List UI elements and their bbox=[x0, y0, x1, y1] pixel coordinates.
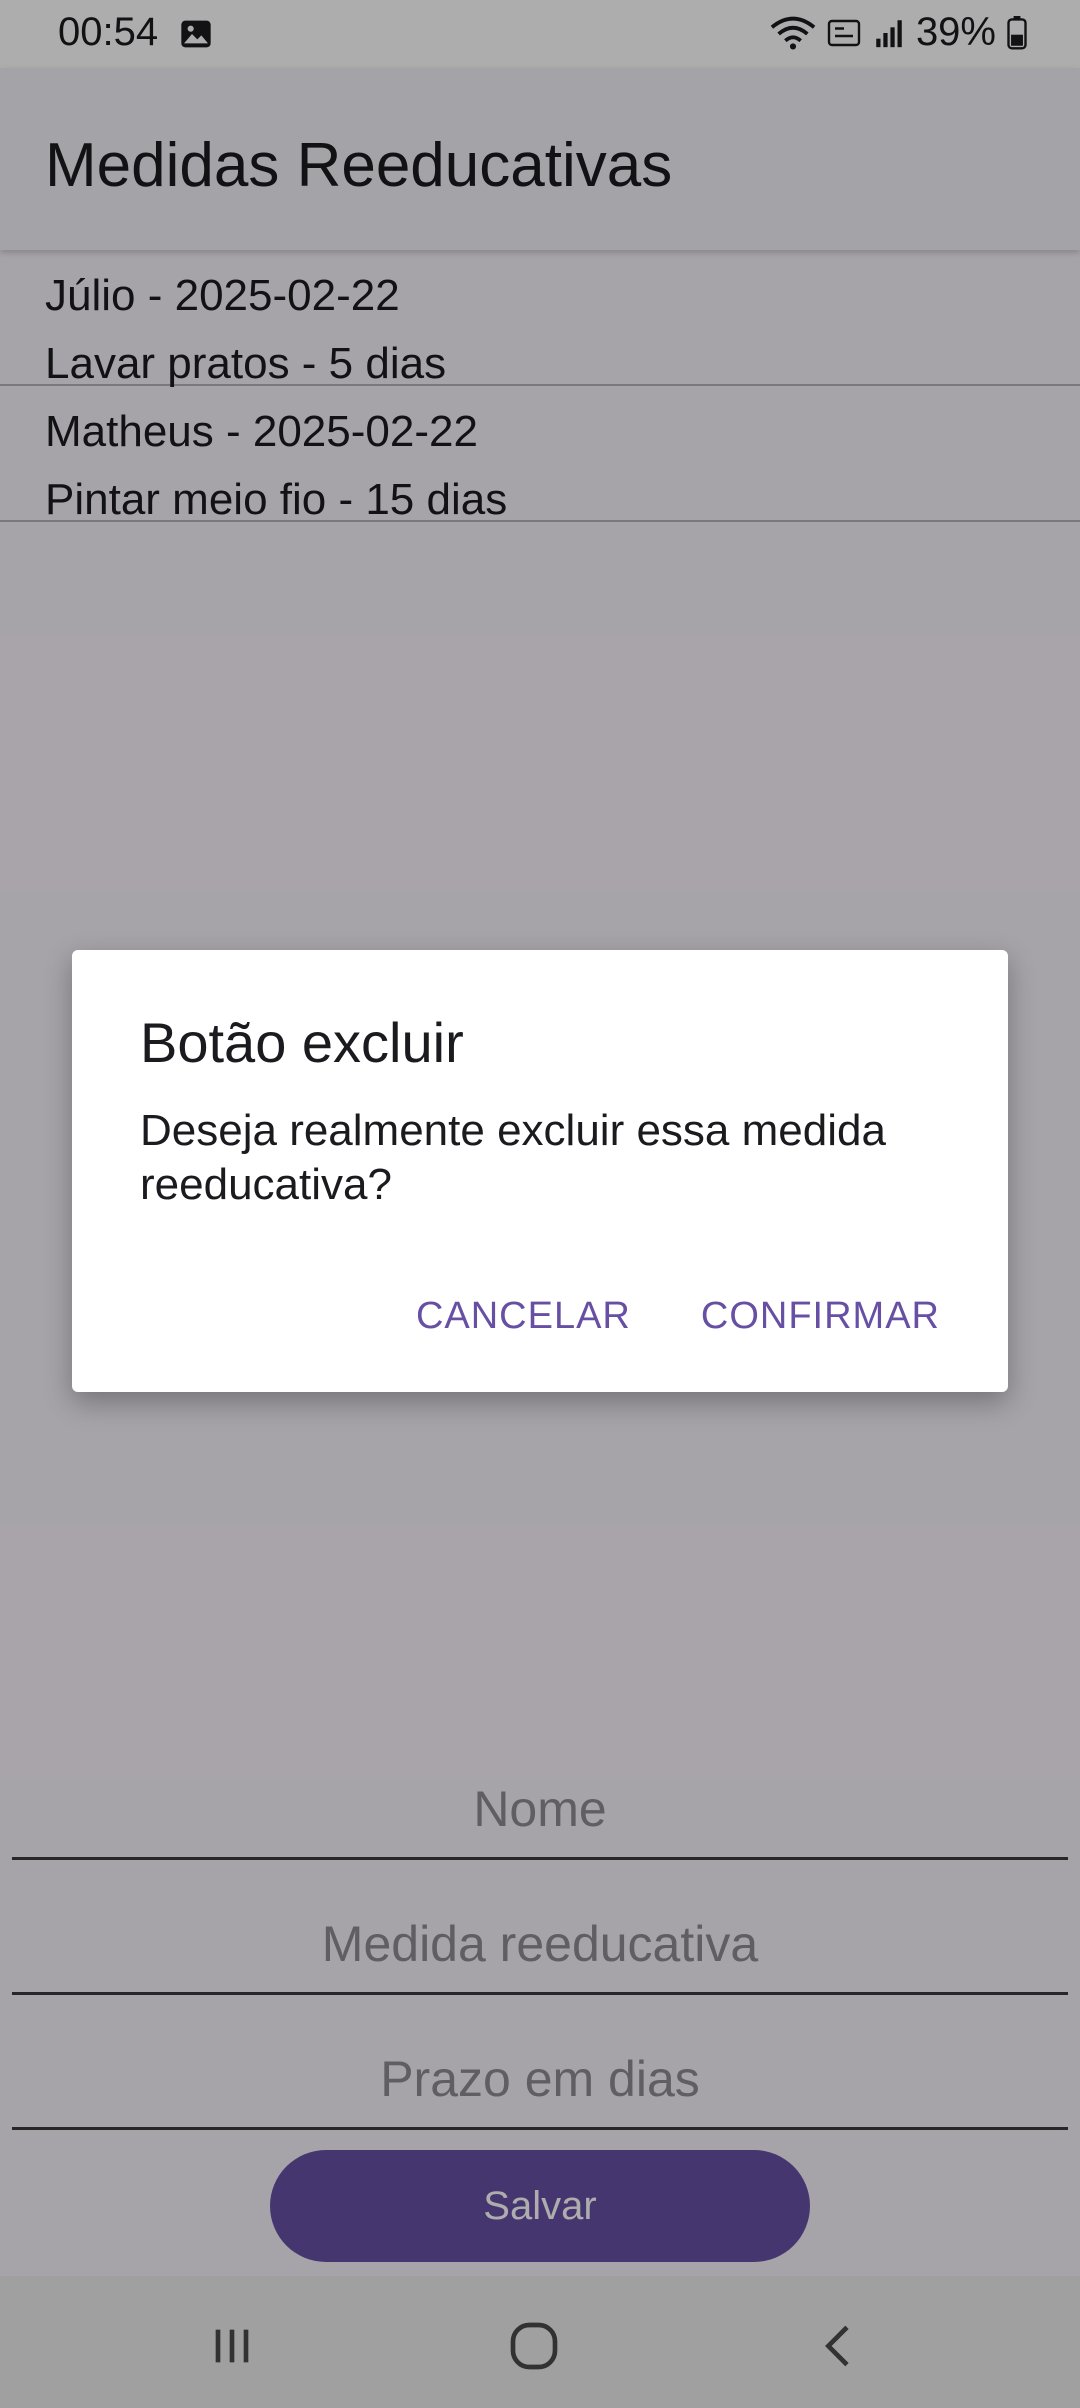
delete-dialog: Botão excluir Deseja realmente excluir e… bbox=[72, 950, 1008, 1392]
dialog-message: Deseja realmente excluir essa medida ree… bbox=[140, 1106, 886, 1209]
confirm-button[interactable]: CONFIRMAR bbox=[701, 1295, 940, 1338]
dialog-actions: CANCELAR CONFIRMAR bbox=[416, 1295, 940, 1338]
cancel-button[interactable]: CANCELAR bbox=[416, 1295, 631, 1338]
dialog-title: Botão excluir bbox=[140, 1011, 464, 1074]
